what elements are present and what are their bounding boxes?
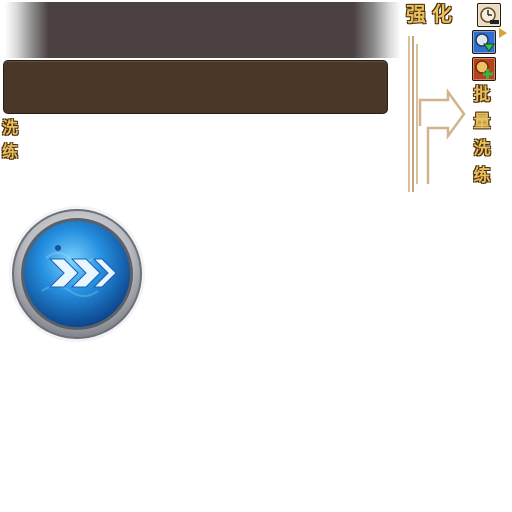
left-label-char: 练	[1, 142, 18, 161]
side-label-char: 量	[473, 112, 491, 132]
left-vertical-label: 洗 练	[1, 116, 19, 164]
forward-button[interactable]	[6, 203, 148, 345]
top-banner	[5, 2, 401, 58]
blue-arrow-down-icon[interactable]	[472, 30, 496, 54]
arrow-connector-icon	[408, 36, 466, 192]
enhance-clock-minus-icon[interactable]	[477, 3, 501, 27]
side-label-char: 洗	[473, 139, 491, 159]
side-label-char: 练	[473, 166, 491, 186]
batch-refine-label[interactable]: 批 量 洗 练	[471, 82, 493, 190]
left-label-char: 洗	[1, 118, 18, 137]
triangle-right-icon	[499, 28, 507, 38]
side-label-char: 批	[473, 85, 491, 105]
page-title: 强化	[406, 2, 458, 26]
red-plus-icon[interactable]	[472, 57, 496, 81]
info-panel	[3, 60, 388, 114]
